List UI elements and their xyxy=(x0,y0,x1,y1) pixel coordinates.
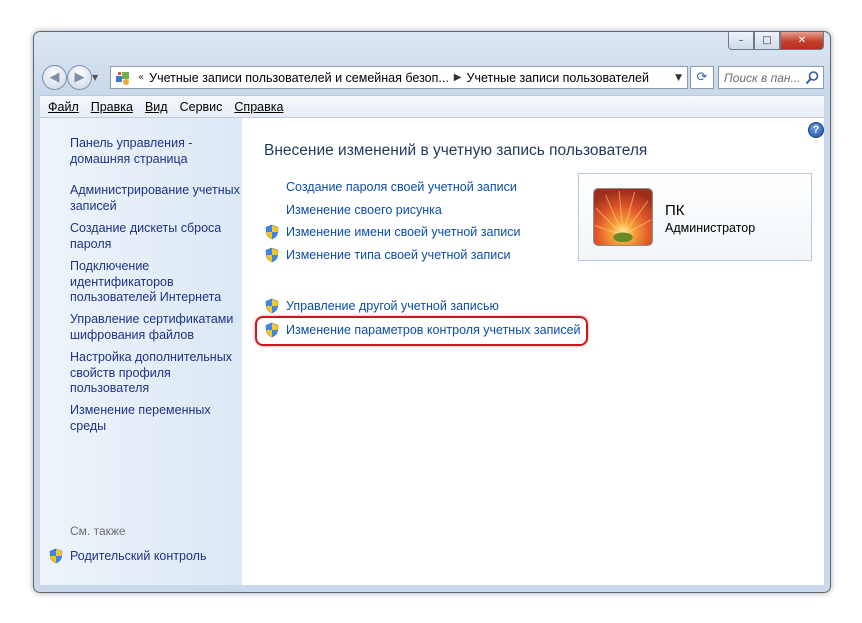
user-account-card: ПК Администратор xyxy=(578,173,812,261)
menu-bar: Файл Правка Вид Сервис Справка xyxy=(40,95,824,118)
highlight-frame xyxy=(255,316,588,346)
parental-control-link[interactable]: Родительский контроль xyxy=(48,548,206,564)
task-create-password[interactable]: Создание пароля своей учетной записи xyxy=(264,179,517,195)
search-box[interactable] xyxy=(718,66,824,89)
address-dropdown-icon[interactable]: ▼ xyxy=(675,73,682,83)
back-arrow-icon: ◀ xyxy=(49,70,60,85)
navigation-bar: ◀ ▶ ▼ « Учетные записи пользователей и с… xyxy=(40,64,824,92)
sidebar-item-password-reset-disk[interactable]: Создание дискеты сброса пароля xyxy=(70,221,240,252)
task-label: Управление другой учетной записью xyxy=(286,299,499,313)
forward-arrow-icon: ▶ xyxy=(74,70,85,85)
sidebar-item-manage-accounts[interactable]: Администрирование учетных записей xyxy=(70,183,240,214)
task-label: Создание пароля своей учетной записи xyxy=(286,180,517,194)
back-button[interactable]: ◀ xyxy=(42,65,67,90)
sidebar: Панель управления - домашняя страница Ад… xyxy=(40,118,242,585)
uac-shield-icon xyxy=(264,247,280,263)
breadcrumb-prefix[interactable]: « xyxy=(138,72,144,83)
help-icon[interactable]: ? xyxy=(808,122,824,138)
breadcrumb-user-accounts[interactable]: Учетные записи пользователей xyxy=(467,71,650,85)
task-change-account-name[interactable]: Изменение имени своей учетной записи xyxy=(264,224,520,240)
sidebar-item-advanced-profile-properties[interactable]: Настройка дополнительных свойств профиля… xyxy=(70,350,240,397)
task-manage-another-account[interactable]: Управление другой учетной записью xyxy=(264,298,499,314)
caption-buttons: – □ ✕ xyxy=(728,32,824,52)
breadcrumb-separator-icon[interactable]: ▶ xyxy=(454,72,462,83)
minimize-button[interactable]: – xyxy=(728,32,754,50)
maximize-button[interactable]: □ xyxy=(754,32,780,50)
task-change-account-type[interactable]: Изменение типа своей учетной записи xyxy=(264,247,510,263)
window: – □ ✕ ◀ ▶ ▼ « Учетные записи пользовател… xyxy=(33,31,831,593)
refresh-icon: ⟳ xyxy=(696,70,708,85)
content-area: Панель управления - домашняя страница Ад… xyxy=(40,117,824,585)
page-title: Внесение изменений в учетную запись поль… xyxy=(264,142,648,159)
task-label: Изменение имени своей учетной записи xyxy=(286,225,521,239)
search-input[interactable] xyxy=(719,69,804,86)
control-panel-icon xyxy=(116,71,129,85)
see-also-heading: См. также xyxy=(70,524,126,538)
user-avatar-flower-icon xyxy=(593,188,653,246)
sidebar-item-link-online-ids[interactable]: Подключение идентификаторов пользователе… xyxy=(70,259,240,306)
user-name: ПК xyxy=(665,202,685,219)
breadcrumb-user-accounts-family[interactable]: Учетные записи пользователей и семейная … xyxy=(149,71,449,85)
menu-service[interactable]: Сервис xyxy=(174,100,229,114)
forward-button[interactable]: ▶ xyxy=(67,65,92,90)
menu-view[interactable]: Вид xyxy=(139,100,174,114)
menu-file[interactable]: Файл xyxy=(40,100,85,114)
sidebar-item-control-panel-home[interactable]: Панель управления - домашняя страница xyxy=(70,136,240,167)
address-bar[interactable]: « Учетные записи пользователей и семейна… xyxy=(110,66,688,89)
uac-shield-icon xyxy=(264,298,280,314)
search-icon[interactable] xyxy=(804,70,820,86)
recent-pages-dropdown[interactable]: ▼ xyxy=(92,73,98,82)
user-role: Администратор xyxy=(665,221,756,235)
uac-shield-icon xyxy=(48,548,64,564)
menu-help[interactable]: Справка xyxy=(228,100,289,114)
task-label: Изменение типа своей учетной записи xyxy=(286,248,511,262)
uac-shield-icon xyxy=(264,224,280,240)
menu-edit[interactable]: Правка xyxy=(85,100,139,114)
task-change-picture[interactable]: Изменение своего рисунка xyxy=(264,202,442,218)
refresh-button[interactable]: ⟳ xyxy=(690,66,714,89)
sidebar-item-environment-variables[interactable]: Изменение переменных среды xyxy=(70,403,240,434)
sidebar-item-encryption-certificates[interactable]: Управление сертификатами шифрования файл… xyxy=(70,312,240,343)
parental-control-label: Родительский контроль xyxy=(70,549,207,563)
task-label: Изменение своего рисунка xyxy=(286,203,442,217)
close-button[interactable]: ✕ xyxy=(780,32,824,50)
